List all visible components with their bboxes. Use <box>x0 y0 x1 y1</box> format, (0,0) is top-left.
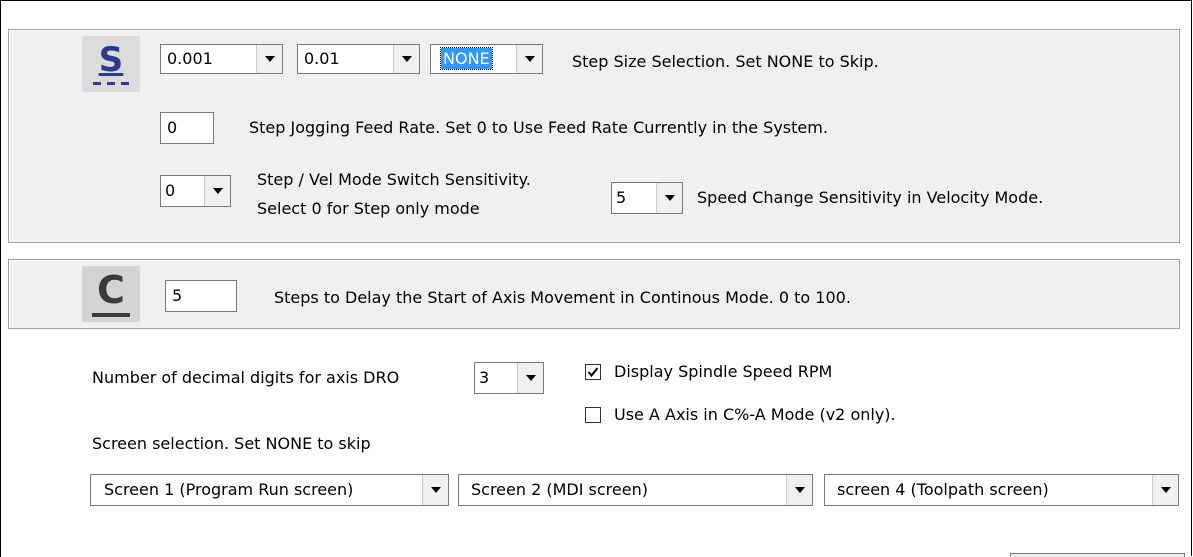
step-mode-icon: S <box>82 36 140 92</box>
window-left-border <box>0 0 1 557</box>
speed-sensitivity-label: Speed Change Sensitivity in Velocity Mod… <box>697 188 1044 207</box>
step-size-3-select[interactable]: NONE <box>430 44 543 74</box>
screen-2-select[interactable]: Screen 2 (MDI screen) <box>458 474 813 506</box>
partial-button[interactable] <box>1010 553 1185 557</box>
step-size-1-select[interactable]: 0.001 <box>160 44 283 74</box>
checkmark-icon <box>587 367 599 378</box>
chevron-down-icon <box>204 176 230 206</box>
chevron-down-icon <box>1152 475 1178 505</box>
decimal-digits-label: Number of decimal digits for axis DRO <box>92 368 400 387</box>
screen-1-select[interactable]: Screen 1 (Program Run screen) <box>90 474 449 506</box>
chevron-down-icon <box>517 363 543 393</box>
speed-sensitivity-select[interactable]: 5 <box>611 182 683 214</box>
step-size-label: Step Size Selection. Set NONE to Skip. <box>572 52 879 71</box>
chevron-down-icon <box>516 45 542 73</box>
chevron-down-icon <box>393 45 419 73</box>
chevron-down-icon <box>786 475 812 505</box>
decimal-digits-select[interactable]: 3 <box>474 362 544 394</box>
continuous-delay-input[interactable]: 5 <box>165 280 237 312</box>
mode-switch-sensitivity-select[interactable]: 0 <box>160 175 231 207</box>
mode-switch-sensitivity-label-line1: Step / Vel Mode Switch Sensitivity. <box>257 170 531 189</box>
continuous-delay-label: Steps to Delay the Start of Axis Movemen… <box>274 288 851 307</box>
feed-rate-input[interactable]: 0 <box>160 112 214 144</box>
screen-selection-label: Screen selection. Set NONE to skip <box>92 434 371 453</box>
selected-text: NONE <box>440 47 493 70</box>
a-axis-checkbox[interactable] <box>585 407 601 423</box>
screen-3-select[interactable]: screen 4 (Toolpath screen) <box>824 474 1179 506</box>
feed-rate-label: Step Jogging Feed Rate. Set 0 to Use Fee… <box>249 118 828 137</box>
display-rpm-checkbox[interactable] <box>585 364 601 380</box>
chevron-down-icon <box>656 183 682 213</box>
chevron-down-icon <box>256 45 282 73</box>
a-axis-label: Use A Axis in C%-A Mode (v2 only). <box>614 405 896 424</box>
step-size-2-select[interactable]: 0.01 <box>297 44 420 74</box>
display-rpm-label: Display Spindle Speed RPM <box>614 362 833 381</box>
mode-switch-sensitivity-label-line2: Select 0 for Step only mode <box>257 199 480 218</box>
chevron-down-icon <box>422 475 448 505</box>
continuous-mode-icon: C <box>82 266 140 322</box>
